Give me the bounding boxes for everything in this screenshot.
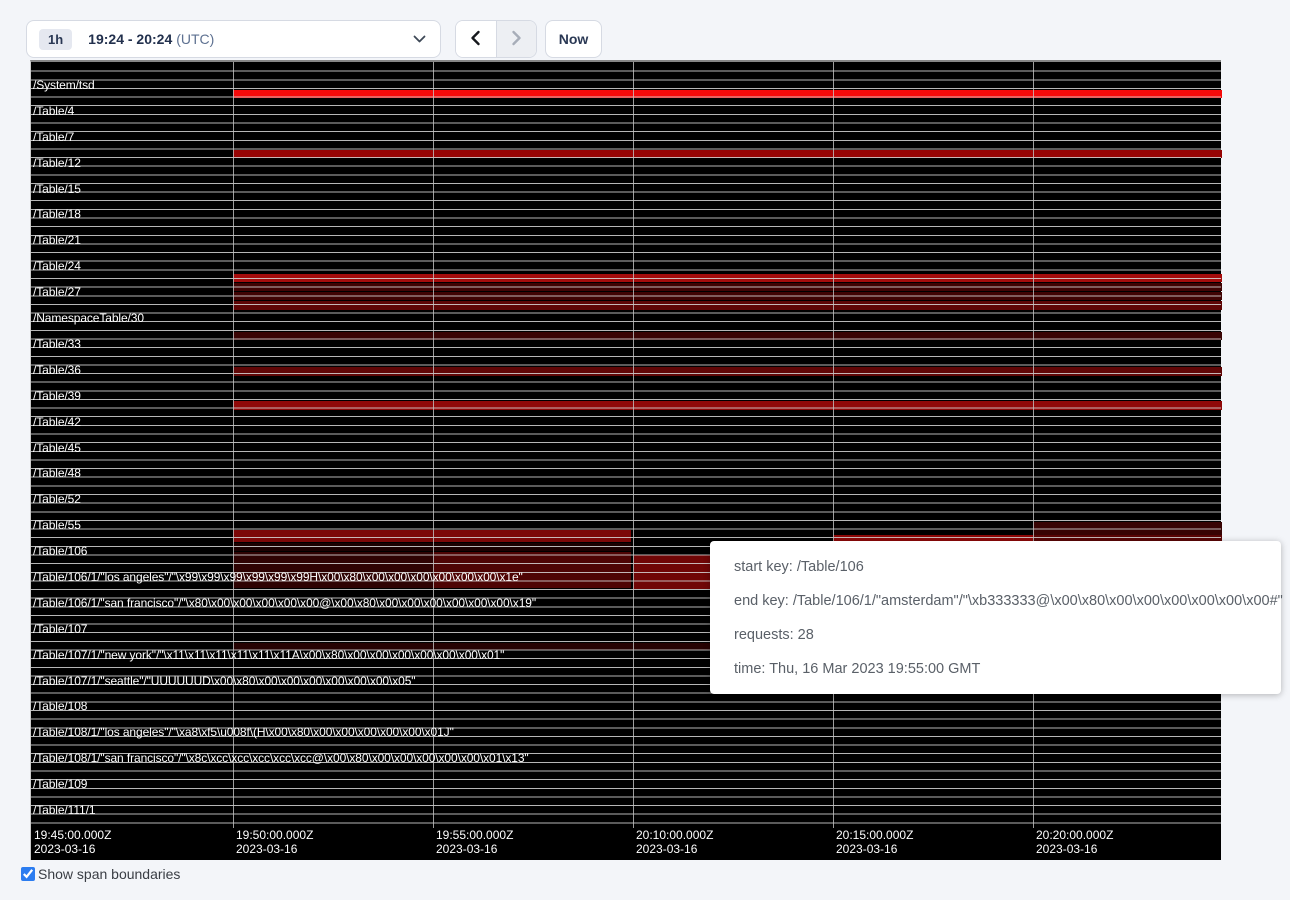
- time-gridline: [833, 62, 834, 828]
- x-axis-tick: 20:20:00.000Z2023-03-16: [1036, 828, 1113, 856]
- time-gridline: [433, 62, 434, 828]
- time-range-selector[interactable]: 1h 19:24 - 20:24(UTC): [26, 20, 441, 58]
- x-axis-tick: 20:10:00.000Z2023-03-16: [636, 828, 713, 856]
- x-axis-tick-date: 2023-03-16: [636, 842, 713, 856]
- row-label: /Table/7: [33, 131, 74, 143]
- row-label: /Table/36: [33, 364, 81, 376]
- chevron-down-icon: [413, 35, 426, 44]
- tooltip-end-key: end key: /Table/106/1/"amsterdam"/"\xb33…: [734, 584, 1257, 618]
- show-span-boundaries-checkbox[interactable]: [21, 867, 35, 881]
- row-label: /Table/12: [33, 157, 81, 169]
- row-label: /Table/111/1: [33, 804, 95, 816]
- row-label: /Table/107: [33, 623, 87, 635]
- heatmap-band: [233, 543, 631, 551]
- row-label: /Table/52: [33, 493, 81, 505]
- row-label: /Table/33: [33, 338, 81, 350]
- tooltip-start-key: start key: /Table/106: [734, 550, 1257, 584]
- row-label: /Table/27: [33, 286, 81, 298]
- show-span-boundaries-label: Show span boundaries: [38, 866, 180, 882]
- x-axis-tick: 19:45:00.000Z2023-03-16: [34, 828, 111, 856]
- heatmap-band: [233, 292, 1222, 300]
- x-axis-tick-time: 19:55:00.000Z: [436, 828, 513, 842]
- x-axis-tick: 19:55:00.000Z2023-03-16: [436, 828, 513, 856]
- row-label: /Table/21: [33, 234, 81, 246]
- next-interval-button[interactable]: [496, 21, 537, 57]
- x-axis-tick-date: 2023-03-16: [436, 842, 513, 856]
- x-axis-tick-date: 2023-03-16: [34, 842, 111, 856]
- row-label: /Table/55: [33, 519, 81, 531]
- x-axis-tick-time: 19:50:00.000Z: [236, 828, 313, 842]
- x-axis-tick-time: 19:45:00.000Z: [34, 828, 111, 842]
- heatmap-band: [233, 332, 1222, 340]
- row-label: /Table/108/1/"san francisco"/"\x8c\xcc\x…: [33, 752, 529, 764]
- x-axis-tick-time: 20:10:00.000Z: [636, 828, 713, 842]
- timezone-label: (UTC): [176, 31, 214, 47]
- row-label: /Table/107/1/"new york"/"\x11\x11\x11\x1…: [33, 649, 504, 661]
- row-label: /Table/108: [33, 700, 87, 712]
- row-label: /Table/39: [33, 390, 81, 402]
- tooltip-time: time: Thu, 16 Mar 2023 19:55:00 GMT: [734, 652, 1257, 686]
- row-label: /Table/109: [33, 778, 87, 790]
- row-label: /Table/18: [33, 208, 81, 220]
- chevron-right-icon: [511, 30, 522, 49]
- row-label: /Table/106/1/"san francisco"/"\x80\x00\x…: [33, 597, 536, 609]
- row-label: /NamespaceTable/30: [33, 312, 144, 324]
- time-gridline: [1033, 62, 1034, 828]
- heatmap-band: [233, 150, 1222, 158]
- prev-interval-button[interactable]: [456, 21, 496, 57]
- row-label: /System/tsd: [33, 79, 95, 91]
- heatmap-band: [233, 367, 1222, 376]
- span-boundary-lines: [31, 63, 1221, 824]
- row-label: /Table/45: [33, 442, 81, 454]
- row-label: /Table/108/1/"los angeles"/"\xa8\xf5\u00…: [33, 726, 454, 738]
- row-label: /Table/107/1/"seattle"/"UUUUUUD\x00\x80\…: [33, 675, 415, 687]
- row-label: /Table/24: [33, 260, 81, 272]
- key-visualizer-heatmap[interactable]: /System/tsd/Table/4/Table/7/Table/12/Tab…: [30, 60, 1221, 860]
- time-gridline: [233, 62, 234, 828]
- x-axis-tick-date: 2023-03-16: [1036, 842, 1113, 856]
- chevron-left-icon: [470, 30, 481, 49]
- preset-badge: 1h: [39, 29, 72, 50]
- heatmap-band: [233, 283, 1222, 291]
- x-axis-tick-time: 20:20:00.000Z: [1036, 828, 1113, 842]
- time-range-value: 19:24 - 20:24: [88, 31, 172, 47]
- x-axis-tick-date: 2023-03-16: [236, 842, 313, 856]
- heatmap-band: [233, 301, 1222, 310]
- now-button[interactable]: Now: [545, 20, 602, 58]
- heatmap-band: [233, 552, 433, 588]
- x-axis-tick-time: 20:15:00.000Z: [836, 828, 913, 842]
- heatmap-band: [633, 555, 712, 589]
- row-label: /Table/4: [33, 105, 74, 117]
- x-axis-tick: 19:50:00.000Z2023-03-16: [236, 828, 313, 856]
- row-label: /Table/42: [33, 416, 81, 428]
- hover-tooltip: start key: /Table/106 end key: /Table/10…: [710, 541, 1281, 694]
- tooltip-requests: requests: 28: [734, 618, 1257, 652]
- time-gridline: [633, 62, 634, 828]
- time-range-text: 19:24 - 20:24(UTC): [88, 31, 214, 47]
- heatmap-band: [233, 530, 631, 542]
- heatmap-band: [233, 274, 1222, 282]
- heatmap-band: [233, 401, 1222, 410]
- time-nav-group: [455, 20, 537, 58]
- show-span-boundaries-toggle[interactable]: Show span boundaries: [21, 866, 180, 882]
- row-label: /Table/48: [33, 467, 81, 479]
- x-axis-tick-date: 2023-03-16: [836, 842, 913, 856]
- heatmap-band: [433, 552, 631, 588]
- x-axis-tick: 20:15:00.000Z2023-03-16: [836, 828, 913, 856]
- heatmap-band: [233, 90, 1222, 98]
- row-label: /Table/15: [33, 183, 81, 195]
- row-label: /Table/106: [33, 545, 87, 557]
